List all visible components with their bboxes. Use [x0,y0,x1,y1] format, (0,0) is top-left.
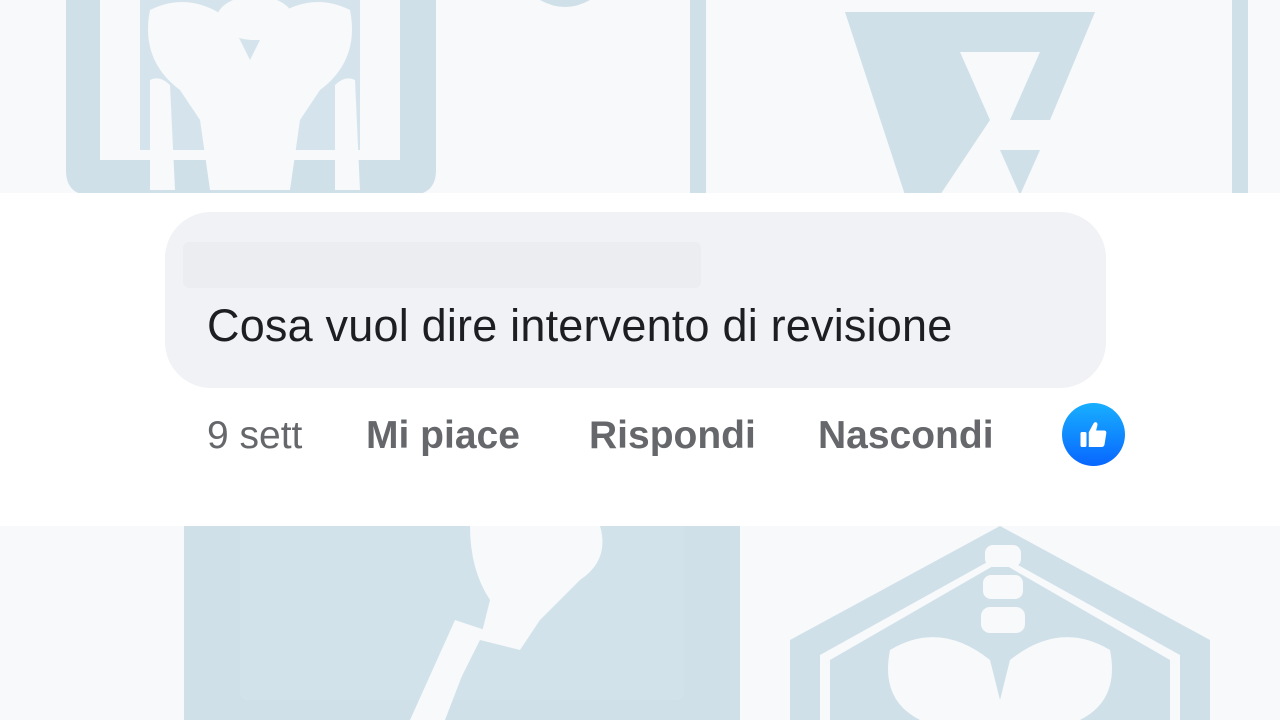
hide-button[interactable]: Nascondi [818,414,994,458]
comment-timestamp[interactable]: 9 sett [207,414,302,458]
author-name-redacted [183,242,701,288]
thumbs-up-icon [1080,421,1106,447]
like-reaction-badge[interactable] [1062,403,1125,466]
knee-joint-icon [184,526,740,720]
logo-letter-icon [690,0,1248,195]
comment-text: Cosa vuol dire intervento di revisione [207,300,953,351]
reply-button[interactable]: Rispondi [589,414,756,458]
like-button[interactable]: Mi piace [366,414,520,458]
spine-pelvis-icon [790,526,1210,720]
comment-bubble: Cosa vuol dire intervento di revisione [165,212,1106,388]
